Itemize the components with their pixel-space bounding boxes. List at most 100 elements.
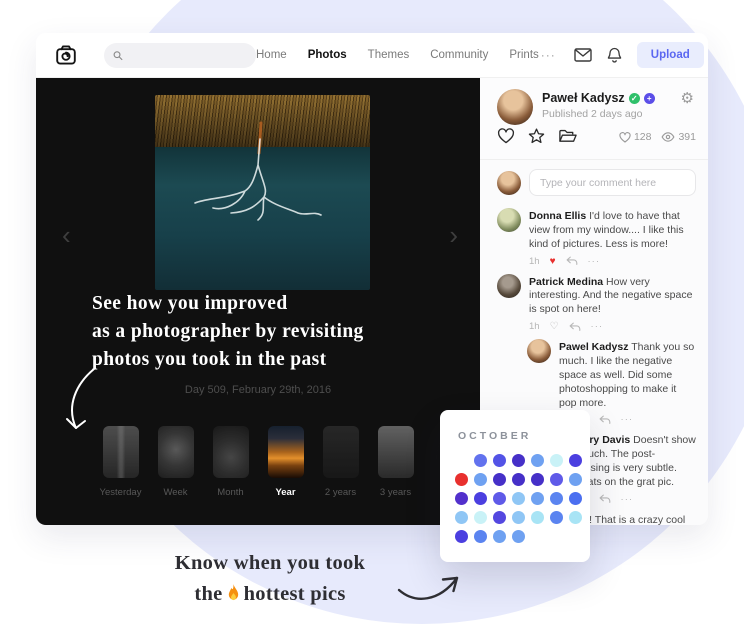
verified-badge-icon: ✓ <box>629 93 640 104</box>
author-header: Paweł Kadysz ✓ + Published 2 days ago ⚙ … <box>480 78 708 160</box>
nav-link-community[interactable]: Community <box>430 49 488 61</box>
search-icon <box>113 50 123 61</box>
comment-reply-icon[interactable] <box>599 494 611 504</box>
prev-photo-button[interactable]: ‹ <box>62 222 71 248</box>
october-dot[interactable] <box>550 492 563 505</box>
october-dot[interactable] <box>531 492 544 505</box>
october-dot[interactable] <box>474 511 487 524</box>
page-background: Home Photos Themes Community Prints ··· Uplo… <box>0 0 744 627</box>
upload-button[interactable]: Upload <box>637 42 704 68</box>
comment-item: Donna Ellis I'd love to have that view f… <box>497 208 696 267</box>
october-dot[interactable] <box>512 511 525 524</box>
commenter-avatar[interactable] <box>527 339 551 363</box>
october-dot[interactable] <box>569 511 582 524</box>
october-dot[interactable] <box>531 511 544 524</box>
search-input[interactable] <box>129 48 247 62</box>
october-dot[interactable] <box>512 454 525 467</box>
october-dot[interactable] <box>550 473 563 486</box>
october-dot[interactable] <box>512 492 525 505</box>
likes-count-icon <box>619 132 631 143</box>
mail-icon[interactable] <box>574 48 592 62</box>
thumbnail-label: 3 years <box>380 487 411 498</box>
commenter-name[interactable]: Donna Ellis <box>529 210 586 222</box>
october-dot[interactable] <box>569 492 582 505</box>
next-photo-button[interactable]: › <box>449 222 458 248</box>
comment-time: 1h <box>529 256 540 267</box>
thumbnail-image <box>268 426 304 478</box>
comment-like-icon[interactable]: ♥ <box>550 256 556 267</box>
thumbnail-image <box>323 426 359 478</box>
search-bar[interactable] <box>104 43 256 68</box>
nav-link-photos[interactable]: Photos <box>308 49 347 61</box>
thumbnail-image <box>213 426 249 478</box>
october-dot[interactable] <box>474 473 487 486</box>
comment-reply-icon[interactable] <box>566 256 578 266</box>
october-dot[interactable] <box>550 511 563 524</box>
author-name[interactable]: Paweł Kadysz <box>542 91 625 105</box>
more-menu[interactable]: ··· <box>541 48 556 62</box>
comment-more-icon[interactable]: ··· <box>588 256 601 267</box>
october-dot[interactable] <box>474 492 487 505</box>
commenter-avatar[interactable] <box>497 208 521 232</box>
published-label: Published 2 days ago <box>542 108 642 120</box>
october-dot[interactable] <box>531 454 544 467</box>
october-dot[interactable] <box>512 473 525 486</box>
author-avatar[interactable] <box>497 89 533 125</box>
like-icon[interactable] <box>497 128 515 144</box>
october-dot[interactable] <box>512 530 525 543</box>
commenter-name[interactable]: Pawel Kadysz <box>559 341 628 353</box>
timeline-thumbnail[interactable]: Week <box>158 426 194 498</box>
photo-branch-detail <box>155 95 370 290</box>
bottom-callout-text: Know when you took thehottest pics <box>150 548 390 610</box>
timeline-thumbnail[interactable]: Yesterday <box>103 426 139 498</box>
commenter-avatar[interactable] <box>497 274 521 298</box>
timeline-thumbnails: Yesterday Week Month Year 2 years 3 year… <box>36 426 480 498</box>
commenter-name[interactable]: Patrick Medina <box>529 276 603 288</box>
likes-count: 128 <box>634 131 652 143</box>
album-folder-icon[interactable] <box>558 128 577 143</box>
october-dot[interactable] <box>493 473 506 486</box>
october-dot[interactable] <box>474 530 487 543</box>
tookapic-logo-icon[interactable] <box>54 43 78 67</box>
october-dot[interactable] <box>474 454 487 467</box>
timeline-thumbnail[interactable]: Month <box>213 426 249 498</box>
october-dot[interactable] <box>455 511 468 524</box>
comment-like-icon[interactable]: ♡ <box>550 321 559 332</box>
favorite-icon[interactable] <box>528 128 545 144</box>
comment-meta: 1h ♥ ··· <box>529 256 696 267</box>
october-dot[interactable] <box>455 530 468 543</box>
comment-more-icon[interactable]: ··· <box>621 494 634 505</box>
nav-links: Home Photos Themes Community Prints <box>256 49 539 61</box>
comment-reply-icon[interactable] <box>599 415 611 425</box>
timeline-thumbnail[interactable]: 2 years <box>323 426 359 498</box>
thumbnail-label: Year <box>275 487 295 498</box>
nav-link-home[interactable]: Home <box>256 49 287 61</box>
comment-reply-icon[interactable] <box>569 322 581 332</box>
october-dot[interactable] <box>455 473 468 486</box>
october-dot[interactable] <box>493 454 506 467</box>
nav-link-prints[interactable]: Prints <box>509 49 538 61</box>
follow-badge-icon[interactable]: + <box>644 93 655 104</box>
october-dot[interactable] <box>550 454 563 467</box>
overlay-callout-text: See how you improved as a photographer b… <box>92 290 472 374</box>
comment-more-icon[interactable]: ··· <box>621 414 634 425</box>
october-dot[interactable] <box>493 511 506 524</box>
gear-icon[interactable]: ⚙ <box>681 89 694 107</box>
october-dot[interactable] <box>531 473 544 486</box>
nav-link-themes[interactable]: Themes <box>368 49 410 61</box>
october-dot[interactable] <box>493 530 506 543</box>
october-dot[interactable] <box>455 492 468 505</box>
bell-icon[interactable] <box>607 47 622 64</box>
timeline-thumbnail[interactable]: Year <box>268 426 304 498</box>
comment-input-row <box>480 160 708 204</box>
october-dot[interactable] <box>569 473 582 486</box>
comment-more-icon[interactable]: ··· <box>591 321 604 332</box>
navbar-icons: Upload <box>574 42 708 68</box>
navbar: Home Photos Themes Community Prints ··· Uplo… <box>36 33 708 78</box>
timeline-thumbnail[interactable]: 3 years <box>378 426 414 498</box>
thumbnail-image <box>378 426 414 478</box>
october-dot[interactable] <box>569 454 582 467</box>
comment-input[interactable] <box>529 169 696 196</box>
october-dot[interactable] <box>493 492 506 505</box>
comment-time: 1h <box>529 321 540 332</box>
